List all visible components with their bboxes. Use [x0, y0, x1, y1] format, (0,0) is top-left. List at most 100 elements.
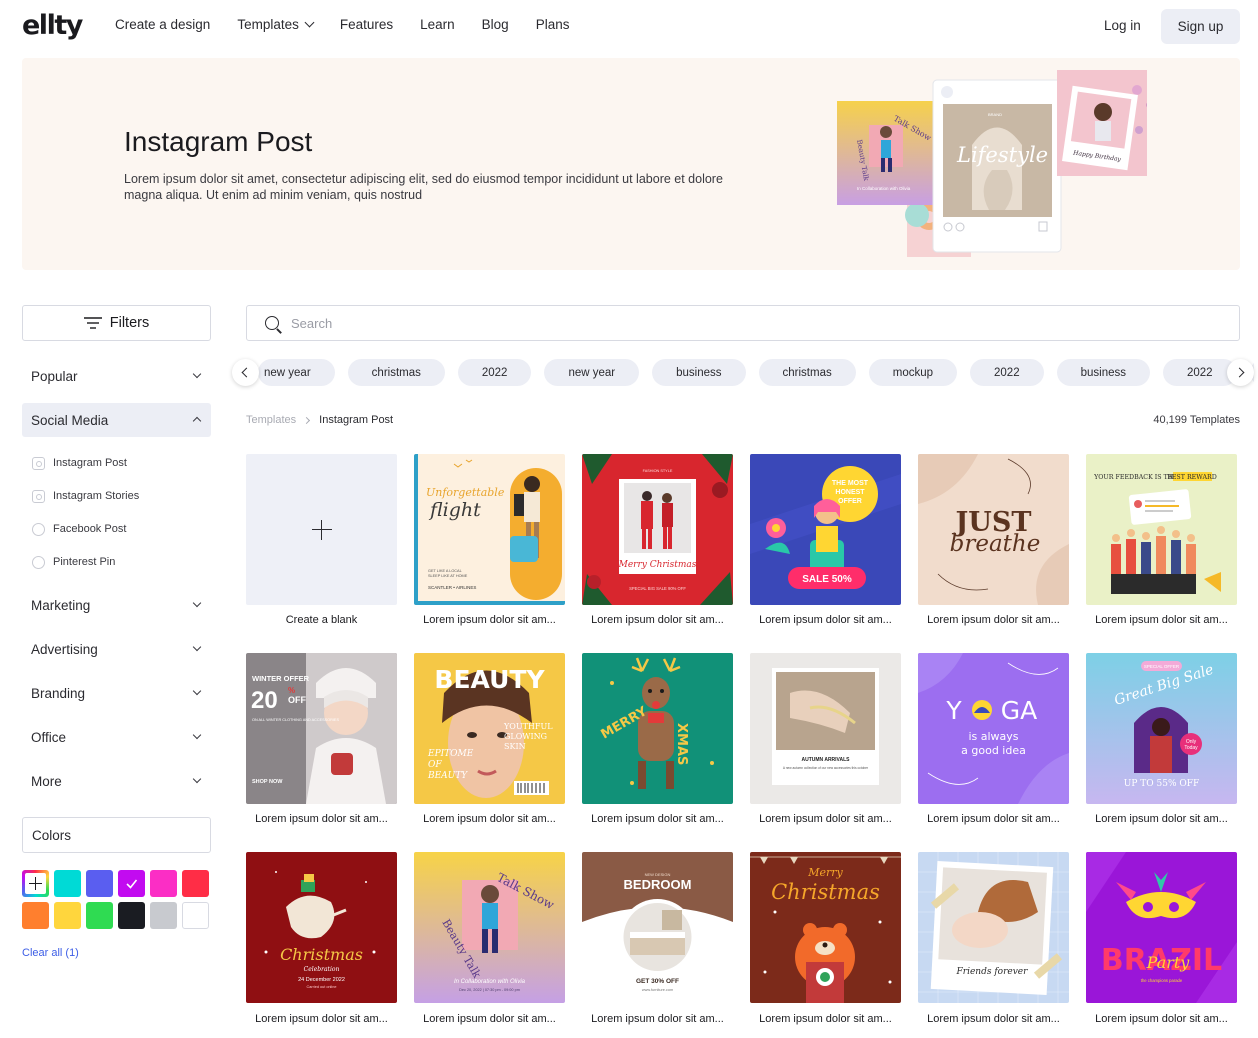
- category-branding[interactable]: Branding: [22, 676, 211, 710]
- svg-text:A new autumn collection of our: A new autumn collection of our new acces…: [783, 766, 869, 770]
- chevron-down-icon: [192, 598, 202, 608]
- svg-text:In Collaboration with Olivia: In Collaboration with Olivia: [454, 979, 526, 985]
- create-blank-label: Create a blank: [285, 614, 358, 626]
- colors-dropdown[interactable]: Colors: [22, 817, 211, 853]
- nav-templates[interactable]: Templates: [237, 17, 315, 32]
- category-more[interactable]: More: [22, 764, 211, 798]
- signup-button[interactable]: Sign up: [1161, 9, 1240, 44]
- color-picker-swatch[interactable]: [22, 870, 49, 897]
- breadcrumb-root[interactable]: Templates: [246, 414, 296, 426]
- color-swatch-red[interactable]: [182, 870, 209, 897]
- color-swatch-blue[interactable]: [86, 870, 113, 897]
- nav-create-design[interactable]: Create a design: [115, 17, 210, 32]
- subcategory-instagram-post[interactable]: Instagram Post: [32, 454, 127, 472]
- tag-chip[interactable]: new year: [258, 359, 335, 386]
- chevron-down-icon: [192, 686, 202, 696]
- template-card[interactable]: Friends forever: [918, 852, 1069, 1003]
- template-caption: Lorem ipsum dolor sit am...: [423, 1013, 556, 1025]
- template-card[interactable]: Merry Christmas: [750, 852, 901, 1003]
- create-blank-card[interactable]: [246, 454, 397, 605]
- svg-text:YOUR FEEDBACK IS THE: YOUR FEEDBACK IS THE: [1093, 474, 1178, 481]
- template-caption: Lorem ipsum dolor sit am...: [255, 1013, 388, 1025]
- tag-chip[interactable]: christmas: [758, 359, 856, 386]
- category-social-media[interactable]: Social Media: [22, 403, 211, 437]
- tags-next-arrow-icon[interactable]: [1227, 359, 1254, 386]
- template-card[interactable]: Unforgettable flight GET LIKE A LOCAL SL…: [414, 454, 565, 605]
- template-card[interactable]: WINTER OFFER 20 % OFF ON ALL WINTER CLOT…: [246, 653, 397, 804]
- category-marketing[interactable]: Marketing: [22, 588, 211, 622]
- nav-learn[interactable]: Learn: [420, 17, 455, 32]
- category-label: Branding: [31, 685, 86, 701]
- plus-icon: [311, 519, 332, 540]
- tags-prev-arrow-icon[interactable]: [232, 359, 259, 386]
- template-card[interactable]: YOUR FEEDBACK IS THE BEST REWARD: [1086, 454, 1237, 605]
- svg-text:Merry Christmas: Merry Christmas: [618, 560, 697, 570]
- brand-logo[interactable]: ellty: [22, 10, 83, 41]
- template-card[interactable]: Christmas Celebration 24 December 2022 C…: [246, 852, 397, 1003]
- category-label: Marketing: [31, 597, 91, 613]
- chevron-right-icon: [303, 416, 311, 424]
- color-swatch-white[interactable]: [182, 902, 209, 929]
- tag-chip[interactable]: mockup: [868, 359, 958, 386]
- category-advertising[interactable]: Advertising: [22, 632, 211, 666]
- nav-label: Plans: [535, 17, 570, 32]
- svg-text:AUTUMN ARRIVALS: AUTUMN ARRIVALS: [801, 757, 850, 763]
- template-card[interactable]: BEAUTY YOUTHFUL GLOWING SKIN EPITOME OF …: [414, 653, 565, 804]
- template-count: 40,199 Templates: [1153, 414, 1240, 426]
- category-office[interactable]: Office: [22, 720, 211, 754]
- category-label: Advertising: [31, 641, 98, 657]
- svg-text:WINTER OFFER: WINTER OFFER: [252, 674, 310, 683]
- svg-text:Dec 20, 2022 | 07:30 pm - 09:0: Dec 20, 2022 | 07:30 pm - 09:00 pm: [459, 988, 520, 992]
- template-caption: Lorem ipsum dolor sit am...: [759, 1013, 892, 1025]
- subcategory-pinterest-pin[interactable]: Pinterest Pin: [32, 553, 115, 571]
- template-card[interactable]: JUST breathe: [918, 454, 1069, 605]
- nav-blog[interactable]: Blog: [482, 17, 509, 32]
- svg-text:SKIN: SKIN: [504, 742, 526, 751]
- svg-text:BEAUTY: BEAUTY: [434, 665, 545, 694]
- template-card[interactable]: SPECIAL OFFER Only Today Great Big Sale …: [1086, 653, 1237, 804]
- color-swatch-pink[interactable]: [150, 870, 177, 897]
- color-swatch-cyan[interactable]: [54, 870, 81, 897]
- template-card[interactable]: MERRY XMAS: [582, 653, 733, 804]
- category-popular[interactable]: Popular: [22, 359, 211, 393]
- color-swatch-purple-selected[interactable]: [118, 870, 145, 897]
- nav-features[interactable]: Features: [340, 17, 393, 32]
- search-input[interactable]: Search: [246, 305, 1240, 341]
- hero-banner: Instagram Post Lorem ipsum dolor sit ame…: [22, 58, 1240, 270]
- color-swatch-green[interactable]: [86, 902, 113, 929]
- tag-chip[interactable]: 2022: [457, 359, 532, 386]
- template-card[interactable]: Y GA is always a good idea: [918, 653, 1069, 804]
- tag-chip[interactable]: new year: [544, 359, 640, 386]
- tag-chip[interactable]: christmas: [347, 359, 445, 386]
- nav-plans[interactable]: Plans: [536, 17, 570, 32]
- template-caption: Lorem ipsum dolor sit am...: [927, 813, 1060, 825]
- nav-label: Create a design: [115, 17, 211, 32]
- template-card[interactable]: NEW DESIGN BEDROOM GET 30% OFF www.furni…: [582, 852, 733, 1003]
- nav-label: Templates: [237, 17, 299, 32]
- chevron-up-icon: [192, 416, 202, 426]
- color-swatch-yellow[interactable]: [54, 902, 81, 929]
- template-card[interactable]: FASHION STYLE Merry Christmas SPECIAL BI…: [582, 454, 733, 605]
- filters-button[interactable]: Filters: [22, 305, 211, 341]
- subcategory-instagram-stories[interactable]: Instagram Stories: [32, 487, 139, 505]
- subcategory-facebook-post[interactable]: Facebook Post: [32, 520, 126, 538]
- template-caption: Lorem ipsum dolor sit am...: [759, 614, 892, 626]
- login-link[interactable]: Log in: [1104, 18, 1141, 33]
- tag-chip[interactable]: 2022: [1163, 359, 1237, 386]
- template-card[interactable]: Talk Show Beauty Talk In Collaboration w…: [414, 852, 565, 1003]
- color-swatch-black[interactable]: [118, 902, 145, 929]
- tag-chip[interactable]: 2022: [970, 359, 1044, 386]
- tag-chip[interactable]: business: [652, 359, 746, 386]
- template-card[interactable]: AUTUMN ARRIVALS A new autumn collection …: [750, 653, 901, 804]
- color-swatch-orange[interactable]: [22, 902, 49, 929]
- template-card[interactable]: BRAZIL Party the champions parade: [1086, 852, 1237, 1003]
- clear-all-link[interactable]: Clear all (1): [22, 947, 79, 959]
- svg-text:Friends forever: Friends forever: [956, 967, 1029, 977]
- tag-chip[interactable]: business: [1056, 359, 1150, 386]
- svg-text:Christmas: Christmas: [280, 945, 363, 964]
- template-card[interactable]: THE MOST HONEST OFFER SALE 50%: [750, 454, 901, 605]
- top-navigation: ellty Create a design Templates Features…: [0, 0, 1258, 52]
- svg-text:Party: Party: [1146, 953, 1191, 972]
- color-swatch-gray[interactable]: [150, 902, 177, 929]
- subcategory-label: Instagram Post: [53, 457, 127, 469]
